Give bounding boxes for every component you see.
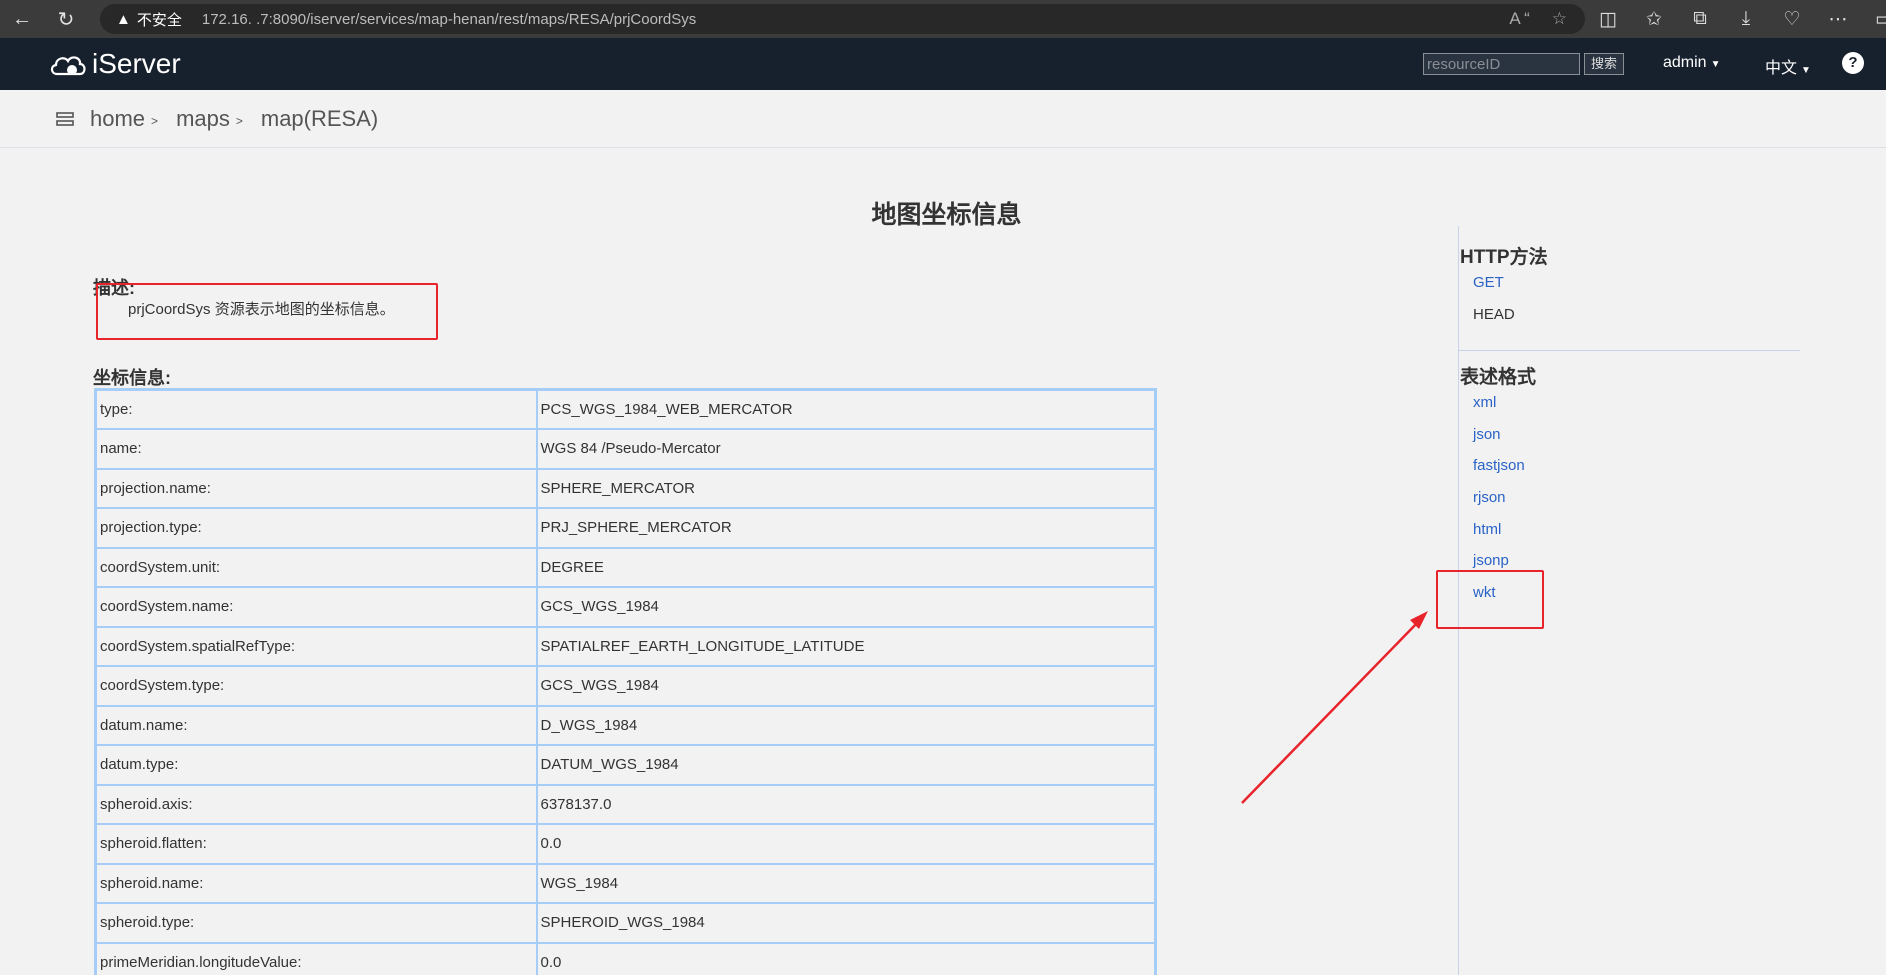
help-icon[interactable]: ?	[1842, 52, 1864, 74]
resource-id-input[interactable]	[1423, 53, 1580, 75]
warning-icon: ▲	[116, 10, 131, 28]
breadcrumb: home > maps > map(RESA)	[0, 90, 1886, 148]
row-value: WGS 84 /Pseudo-Mercator	[535, 428, 1157, 470]
row-key: spheroid.axis:	[94, 783, 538, 825]
table-row: type: PCS_WGS_1984_WEB_MERCATOR	[94, 388, 1157, 430]
row-key: spheroid.flatten:	[94, 823, 538, 865]
formats-heading: 表述格式	[1460, 367, 1537, 388]
row-key: datum.type:	[94, 744, 538, 786]
security-label: 不安全	[136, 11, 182, 29]
row-value: GCS_WGS_1984	[535, 586, 1157, 628]
table-row: spheroid.axis: 6378137.0	[94, 783, 1157, 825]
format-json-link[interactable]: json	[1473, 426, 1501, 443]
coord-info-table: type: PCS_WGS_1984_WEB_MERCATOR name: WGS 8…	[94, 388, 1157, 975]
row-value: WGS_1984	[535, 862, 1157, 904]
more-menu-icon[interactable]: ⋯	[1825, 8, 1851, 31]
breadcrumb-home[interactable]: home	[90, 106, 145, 132]
reload-button[interactable]: ↻	[44, 0, 88, 38]
breadcrumb-maps[interactable]: maps	[176, 106, 230, 132]
format-fastjson-link[interactable]: fastjson	[1473, 457, 1525, 474]
table-row: projection.type: PRJ_SPHERE_MERCATOR	[94, 507, 1157, 549]
table-row: datum.name: D_WGS_1984	[94, 704, 1157, 746]
server-list-icon	[56, 111, 74, 126]
url-text: 172.16. .7:8090/iserver/services/map-hen…	[201, 10, 697, 28]
table-row: coordSystem.type: GCS_WGS_1984	[94, 665, 1157, 707]
iserver-logo[interactable]: iServer	[48, 48, 181, 80]
row-value: 0.0	[535, 941, 1157, 975]
http-methods-heading: HTTP方法	[1460, 247, 1548, 268]
table-row: datum.type: DATUM_WGS_1984	[94, 744, 1157, 786]
app-header: iServer 搜索 admin▼ 中文▼ ?	[0, 38, 1886, 90]
favorites-icon[interactable]: ✩	[1641, 8, 1667, 31]
row-value: PCS_WGS_1984_WEB_MERCATOR	[535, 388, 1157, 430]
row-key: coordSystem.spatialRefType:	[94, 625, 538, 667]
table-row: primeMeridian.longitudeValue: 0.0	[94, 941, 1157, 975]
row-key: name:	[94, 428, 538, 470]
table-row: coordSystem.name: GCS_WGS_1984	[94, 586, 1157, 628]
row-key: type:	[94, 388, 538, 430]
row-value: D_WGS_1984	[535, 704, 1157, 746]
method-get-link[interactable]: GET	[1473, 274, 1504, 291]
sidebar-divider	[1459, 350, 1800, 351]
read-aloud-icon[interactable]: A “	[1509, 9, 1529, 29]
overflow-icon[interactable]: ▭	[1871, 8, 1886, 31]
user-menu-label: admin	[1663, 54, 1707, 71]
collections-icon[interactable]: ⧉	[1687, 8, 1713, 30]
row-value: 6378137.0	[535, 783, 1157, 825]
wkt-highlight-box	[1436, 570, 1544, 629]
table-row: coordSystem.unit: DEGREE	[94, 546, 1157, 588]
description-highlight-box	[96, 283, 438, 340]
breadcrumb-separator: >	[151, 113, 159, 128]
format-rjson-link[interactable]: rjson	[1473, 489, 1506, 506]
row-value: DEGREE	[535, 546, 1157, 588]
row-value: SPATIALREF_EARTH_LONGITUDE_LATITUDE	[535, 625, 1157, 667]
table-row: spheroid.flatten: 0.0	[94, 823, 1157, 865]
format-jsonp-link[interactable]: jsonp	[1473, 552, 1509, 569]
row-key: spheroid.type:	[94, 902, 538, 944]
table-row: spheroid.name: WGS_1984	[94, 862, 1157, 904]
row-key: coordSystem.unit:	[94, 546, 538, 588]
coord-info-label: 坐标信息:	[93, 368, 171, 388]
arrow-left-icon: ←	[12, 7, 32, 30]
health-icon[interactable]: ♡	[1779, 8, 1805, 31]
row-value: 0.0	[535, 823, 1157, 865]
method-head-text: HEAD	[1473, 306, 1515, 323]
favorite-star-icon[interactable]: ☆	[1552, 9, 1567, 29]
language-menu[interactable]: 中文 ▼	[1765, 54, 1811, 78]
address-bar[interactable]: ▲ 不安全 172.16. .7:8090/iserver/services/m…	[100, 4, 1585, 34]
row-key: primeMeridian.longitudeValue:	[94, 941, 538, 975]
table-row: name: WGS 84 /Pseudo-Mercator	[94, 428, 1157, 470]
language-menu-label: 中文	[1765, 60, 1798, 77]
cloud-icon	[50, 56, 86, 76]
row-key: spheroid.name:	[94, 862, 538, 904]
row-key: datum.name:	[94, 704, 538, 746]
table-row: coordSystem.spatialRefType: SPATIALREF_EA…	[94, 625, 1157, 667]
breadcrumb-separator: >	[235, 113, 243, 128]
row-key: projection.name:	[94, 467, 538, 509]
row-key: coordSystem.type:	[94, 665, 538, 707]
row-value: SPHEROID_WGS_1984	[535, 902, 1157, 944]
format-html-link[interactable]: html	[1473, 521, 1501, 538]
row-value: DATUM_WGS_1984	[535, 744, 1157, 786]
breadcrumb-map-resa[interactable]: map(RESA)	[261, 106, 378, 132]
row-key: coordSystem.name:	[94, 586, 538, 628]
downloads-icon[interactable]: ⤓	[1733, 8, 1759, 30]
row-key: projection.type:	[94, 507, 538, 549]
format-xml-link[interactable]: xml	[1473, 394, 1496, 411]
caret-down-icon: ▼	[1710, 59, 1721, 70]
row-value: GCS_WGS_1984	[535, 665, 1157, 707]
row-value: PRJ_SPHERE_MERCATOR	[535, 507, 1157, 549]
search-button[interactable]: 搜索	[1584, 53, 1624, 75]
table-row: projection.name: SPHERE_MERCATOR	[94, 467, 1157, 509]
logo-text: iServer	[92, 48, 181, 79]
caret-down-icon: ▼	[1801, 65, 1811, 76]
table-row: spheroid.type: SPHEROID_WGS_1984	[94, 902, 1157, 944]
browser-toolbar: ← ↻ ▲ 不安全 172.16. .7:8090/iserver/servic…	[0, 0, 1886, 38]
split-screen-icon[interactable]: ◫	[1595, 8, 1621, 31]
user-menu[interactable]: admin ▼	[1663, 54, 1720, 72]
back-button[interactable]: ←	[0, 0, 44, 38]
row-value: SPHERE_MERCATOR	[535, 467, 1157, 509]
reload-icon: ↻	[57, 8, 75, 31]
